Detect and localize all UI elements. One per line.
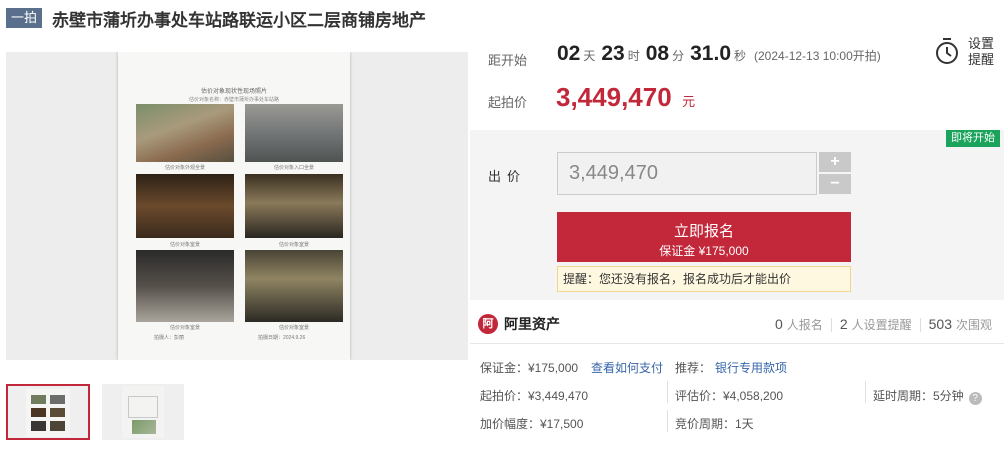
start-price-info: 起拍价：¥3,449,470: [480, 389, 589, 403]
doc-caption: 估价对象室景: [169, 242, 200, 248]
doc-photo-interior: [245, 250, 343, 322]
countdown: 02 天 23 时 08 分 31.0 秒 (2024-12-13 10:00开…: [557, 42, 881, 66]
appraisal-price-info: 评估价：¥4,058,200: [675, 389, 784, 403]
start-price-value: 3,449,470: [556, 82, 672, 112]
reminder-count: 2: [839, 316, 848, 332]
countdown-hours-unit: 时: [627, 49, 640, 63]
appraisal-document-image: 估价对象现状性现场照片 估价对象名称：赤壁市蒲圻办事处车站路 估价对象外观全景 …: [118, 52, 350, 360]
signup-count-label: 人报名: [786, 318, 823, 332]
view-count: 503: [928, 316, 952, 332]
thumbnail-2-image: [122, 386, 164, 438]
auction-page: 一拍 赤壁市蒲圻办事处车站路联运小区二层商铺房地产 估价对象现状性现场照片 估价…: [0, 0, 1004, 465]
doc-subheading: 估价对象名称：赤壁市蒲圻办事处车站路: [188, 97, 279, 103]
register-deposit-label: 保证金 ¥175,000: [659, 244, 749, 258]
divider: [470, 343, 1004, 344]
doc-photo-exterior: [136, 104, 234, 162]
how-to-pay-link[interactable]: 查看如何支付: [591, 359, 663, 376]
registration-notice: 提醒：您还没有报名，报名成功后才能出价: [557, 266, 851, 292]
main-photo[interactable]: 估价对象现状性现场照片 估价对象名称：赤壁市蒲圻办事处车站路 估价对象外观全景 …: [6, 52, 468, 360]
view-count-label: 次围观: [955, 318, 992, 332]
ali-assets-logo[interactable]: 阿 阿里资产: [478, 314, 560, 334]
doc-caption: 估价对象外观全景: [164, 165, 205, 171]
decrease-bid-button[interactable]: −: [819, 174, 851, 194]
countdown-seconds-unit: 秒: [734, 49, 747, 63]
bid-period-info: 竞价周期：1天: [675, 417, 754, 431]
doc-caption: 估价对象室景: [278, 242, 309, 248]
divider: [919, 317, 921, 332]
start-price-label: 起拍价: [488, 95, 528, 110]
set-reminder-label: 设置提醒: [968, 36, 995, 67]
countdown-days-unit: 天: [583, 49, 596, 63]
set-reminder-button[interactable]: 设置提醒: [934, 36, 998, 70]
doc-photo-interior: [245, 174, 343, 238]
auction-stats: 0 人报名 2 人设置提醒 503 次围观: [775, 316, 992, 333]
doc-footer-photographer: 拍摄人：彭丽: [154, 335, 185, 341]
status-badge: 即将开始: [946, 130, 1000, 147]
divider: [667, 381, 668, 403]
bid-increment-info: 加价幅度：¥17,500: [480, 417, 584, 431]
countdown-hours: 23: [601, 42, 625, 65]
doc-photo-entrance: [245, 104, 343, 162]
countdown-seconds: 31.0: [690, 42, 731, 65]
countdown-days: 02: [557, 42, 581, 65]
deposit-info: 保证金：¥175,000: [480, 361, 579, 375]
doc-photo-interior: [136, 250, 234, 322]
recommend-label: 推荐：: [675, 361, 712, 375]
help-icon[interactable]: ?: [968, 392, 982, 405]
thumbnail-1-image: [26, 389, 70, 437]
thumbnail-1[interactable]: [6, 384, 90, 440]
title-row: 一拍 赤壁市蒲圻办事处车站路联运小区二层商铺房地产: [6, 6, 426, 30]
start-price-unit: 元: [682, 94, 696, 109]
bank-payment-link[interactable]: 银行专用款项: [715, 359, 787, 376]
alarm-clock-icon: [936, 38, 958, 64]
start-price: 3,449,470 元: [556, 82, 695, 113]
divider: [865, 381, 866, 403]
delay-period-text: 延时周期：5分钟: [873, 389, 964, 403]
increase-bid-button[interactable]: +: [819, 152, 851, 172]
doc-caption: 估价对象室景: [169, 325, 200, 331]
countdown-label: 距开始: [488, 53, 528, 68]
auction-open-time: (2024-12-13 10:00开拍): [754, 49, 881, 63]
divider: [667, 410, 668, 432]
register-now-button[interactable]: 立即报名 保证金 ¥175,000: [557, 212, 851, 262]
divider: [830, 317, 832, 332]
doc-footer-date: 拍摄日期：2024.9.26: [258, 335, 306, 341]
doc-photo-interior: [136, 174, 234, 238]
countdown-minutes: 08: [645, 42, 670, 65]
ali-assets-icon: 阿: [478, 314, 498, 334]
bid-amount-input[interactable]: [557, 152, 817, 195]
signup-count: 0: [775, 316, 783, 332]
delay-period-info: 延时周期：5分钟?: [873, 387, 982, 405]
doc-caption: 估价对象入口全景: [273, 165, 314, 171]
countdown-minutes-unit: 分: [672, 49, 685, 63]
thumbnail-2[interactable]: [102, 384, 184, 440]
bid-label: 出价: [488, 169, 527, 184]
reminder-count-label: 人设置提醒: [851, 318, 912, 332]
doc-heading: 估价对象现状性现场照片: [200, 89, 267, 95]
auction-round-tag: 一拍: [6, 8, 43, 28]
register-now-label: 立即报名: [673, 223, 734, 240]
doc-caption: 估价对象室景: [278, 325, 309, 331]
bid-panel: 即将开始 出价 + − 立即报名 保证金 ¥175,000 提醒：您还没有报名，…: [470, 130, 1004, 300]
platform-name: 阿里资产: [504, 316, 560, 332]
page-title: 赤壁市蒲圻办事处车站路联运小区二层商铺房地产: [52, 10, 427, 30]
